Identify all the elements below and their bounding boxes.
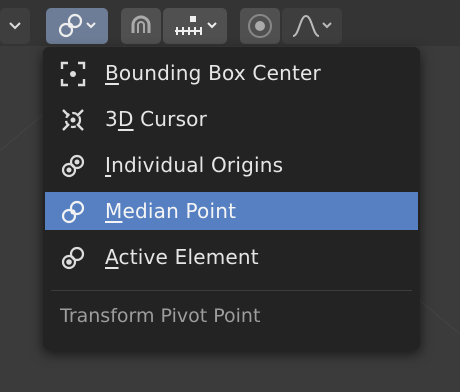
menu-item-label: Bounding Box Center bbox=[105, 61, 321, 85]
snap-magnet-icon bbox=[131, 15, 151, 33]
previous-dropdown-button[interactable] bbox=[0, 8, 30, 44]
menu-footer-title: Transform Pivot Point bbox=[60, 305, 261, 327]
chevron-down-icon bbox=[86, 22, 96, 29]
chevron-down-icon bbox=[207, 22, 217, 29]
menu-item-individual-origins[interactable]: Individual Origins bbox=[45, 146, 418, 184]
snap-target-button[interactable] bbox=[163, 8, 227, 44]
menu-item-label: Active Element bbox=[105, 245, 259, 269]
menu-item-label: Median Point bbox=[105, 199, 237, 223]
active-element-icon bbox=[61, 246, 85, 270]
menu-item-3d-cursor[interactable]: 3D Cursor bbox=[45, 100, 418, 138]
pivot-point-button[interactable] bbox=[46, 8, 108, 44]
chevron-down-icon bbox=[9, 22, 21, 30]
individual-origins-icon bbox=[61, 154, 85, 178]
snap-increment-icon bbox=[175, 16, 202, 35]
falloff-curve-icon bbox=[292, 14, 320, 37]
falloff-button[interactable] bbox=[282, 8, 342, 44]
menu-item-active-element[interactable]: Active Element bbox=[45, 238, 418, 276]
menu-item-bounding-box-center[interactable]: Bounding Box Center bbox=[45, 54, 418, 92]
median-point-icon bbox=[61, 200, 85, 224]
menu-separator bbox=[51, 290, 412, 291]
median-point-pivot-icon bbox=[58, 13, 83, 38]
viewport-header bbox=[0, 0, 460, 46]
menu-item-label: 3D Cursor bbox=[105, 107, 208, 131]
proportional-edit-icon bbox=[248, 14, 272, 38]
grid-line bbox=[419, 300, 460, 378]
3d-cursor-icon bbox=[62, 109, 84, 131]
pivot-point-menu: Bounding Box Center 3D Cursor Individual… bbox=[43, 47, 420, 350]
bounding-box-center-icon bbox=[60, 61, 86, 87]
proportional-editing-button[interactable] bbox=[240, 8, 280, 44]
menu-item-label: Individual Origins bbox=[105, 153, 284, 177]
snap-toggle-button[interactable] bbox=[121, 8, 161, 44]
menu-item-median-point[interactable]: Median Point bbox=[45, 192, 418, 230]
chevron-down-icon bbox=[322, 22, 332, 29]
